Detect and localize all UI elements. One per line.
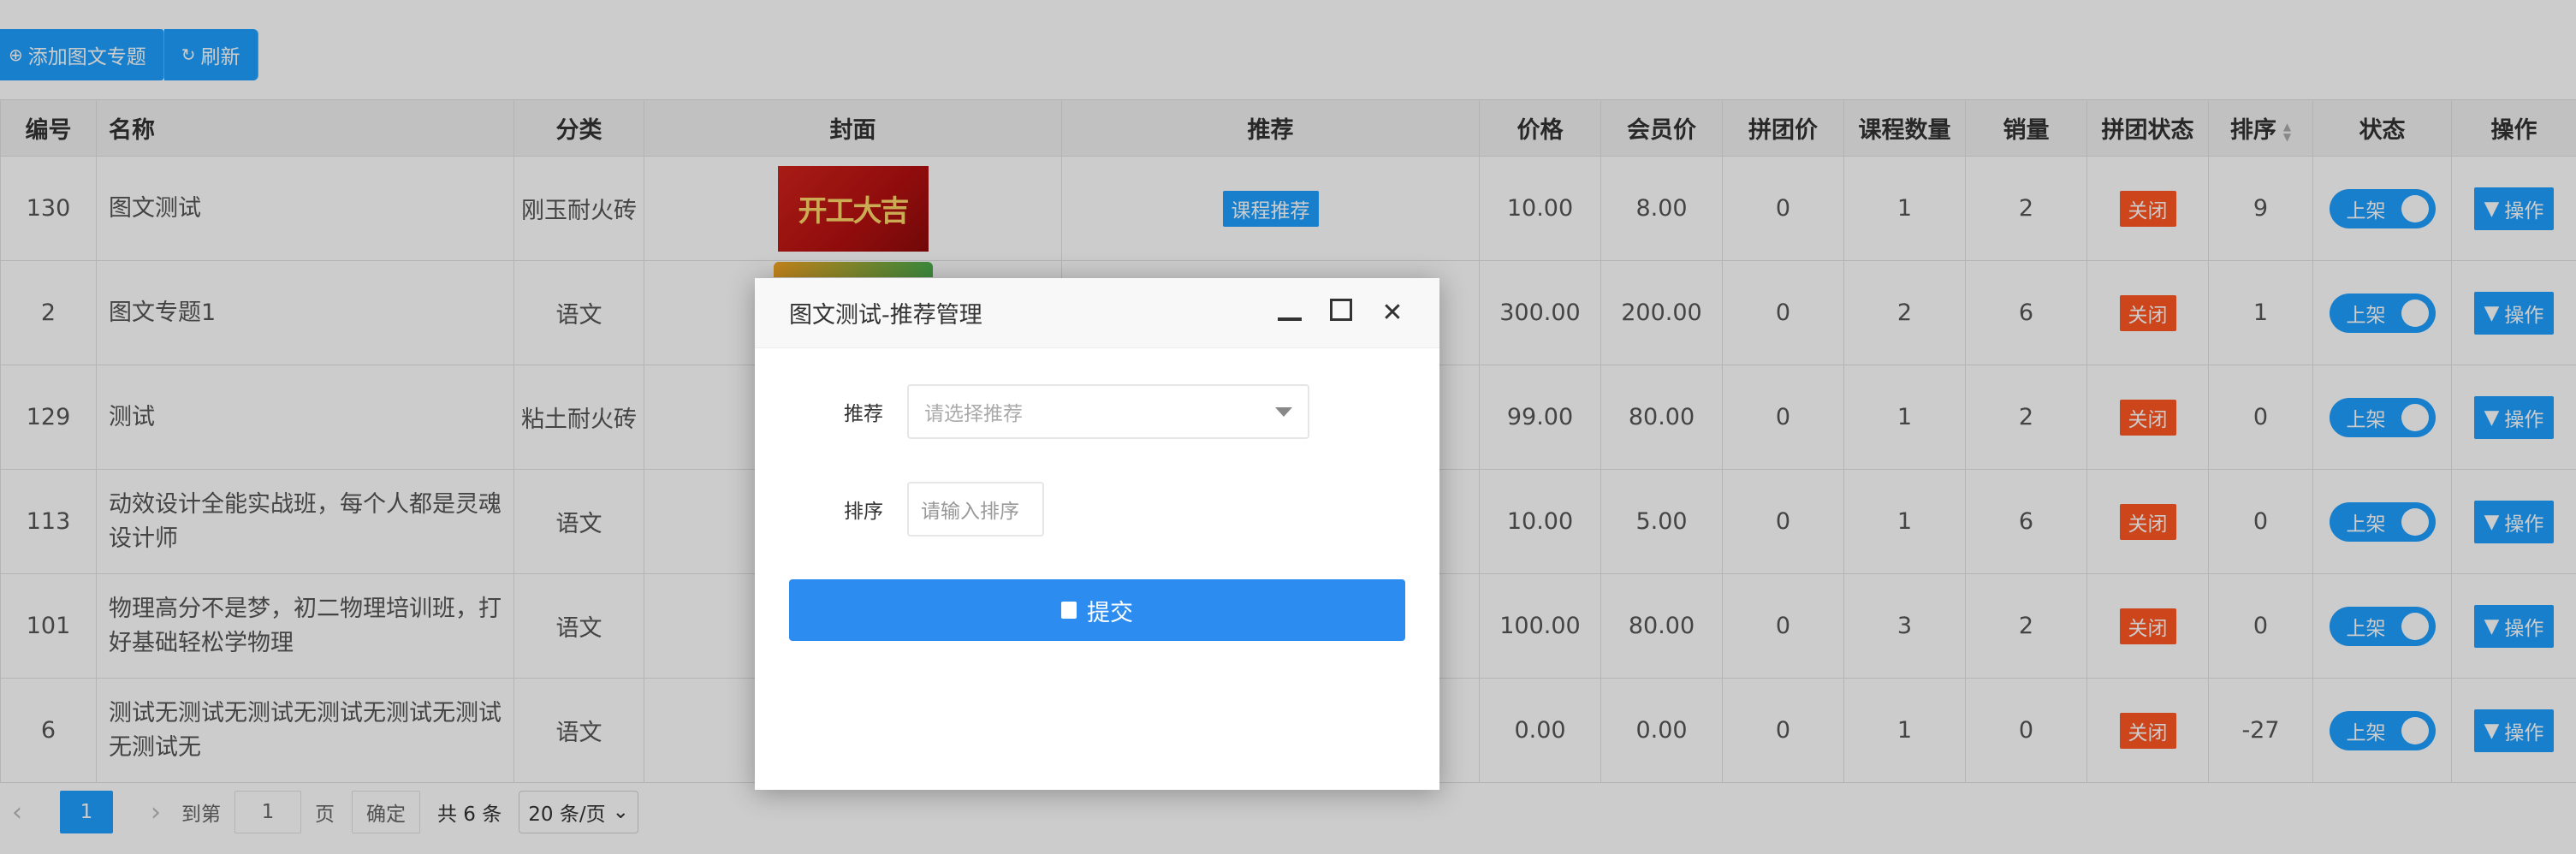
bag-icon <box>1061 602 1077 619</box>
recommend-label: 推荐 <box>844 403 883 425</box>
minimize-icon[interactable] <box>1277 298 1303 328</box>
recommend-placeholder: 请选择推荐 <box>924 403 1023 425</box>
close-icon[interactable]: ✕ <box>1380 298 1405 328</box>
maximize-icon[interactable] <box>1328 298 1354 328</box>
dialog-header: 图文测试-推荐管理 ✕ <box>755 278 1439 348</box>
recommend-dialog: 图文测试-推荐管理 ✕ 推荐 请选择推荐 排序 请输入排序 提交 <box>755 278 1439 790</box>
dialog-controls: ✕ <box>1277 298 1405 328</box>
dialog-title: 图文测试-推荐管理 <box>789 302 982 329</box>
submit-button[interactable]: 提交 <box>789 579 1405 641</box>
sort-label: 排序 <box>844 501 883 523</box>
recommend-select[interactable]: 请选择推荐 <box>907 384 1309 439</box>
sort-input[interactable]: 请输入排序 <box>907 482 1044 537</box>
submit-label: 提交 <box>1087 599 1133 626</box>
caret-down-icon <box>1275 406 1292 417</box>
sort-placeholder: 请输入排序 <box>921 501 1019 523</box>
recommend-row: 推荐 请选择推荐 <box>789 384 1309 439</box>
sort-row: 排序 请输入排序 <box>789 482 1044 537</box>
